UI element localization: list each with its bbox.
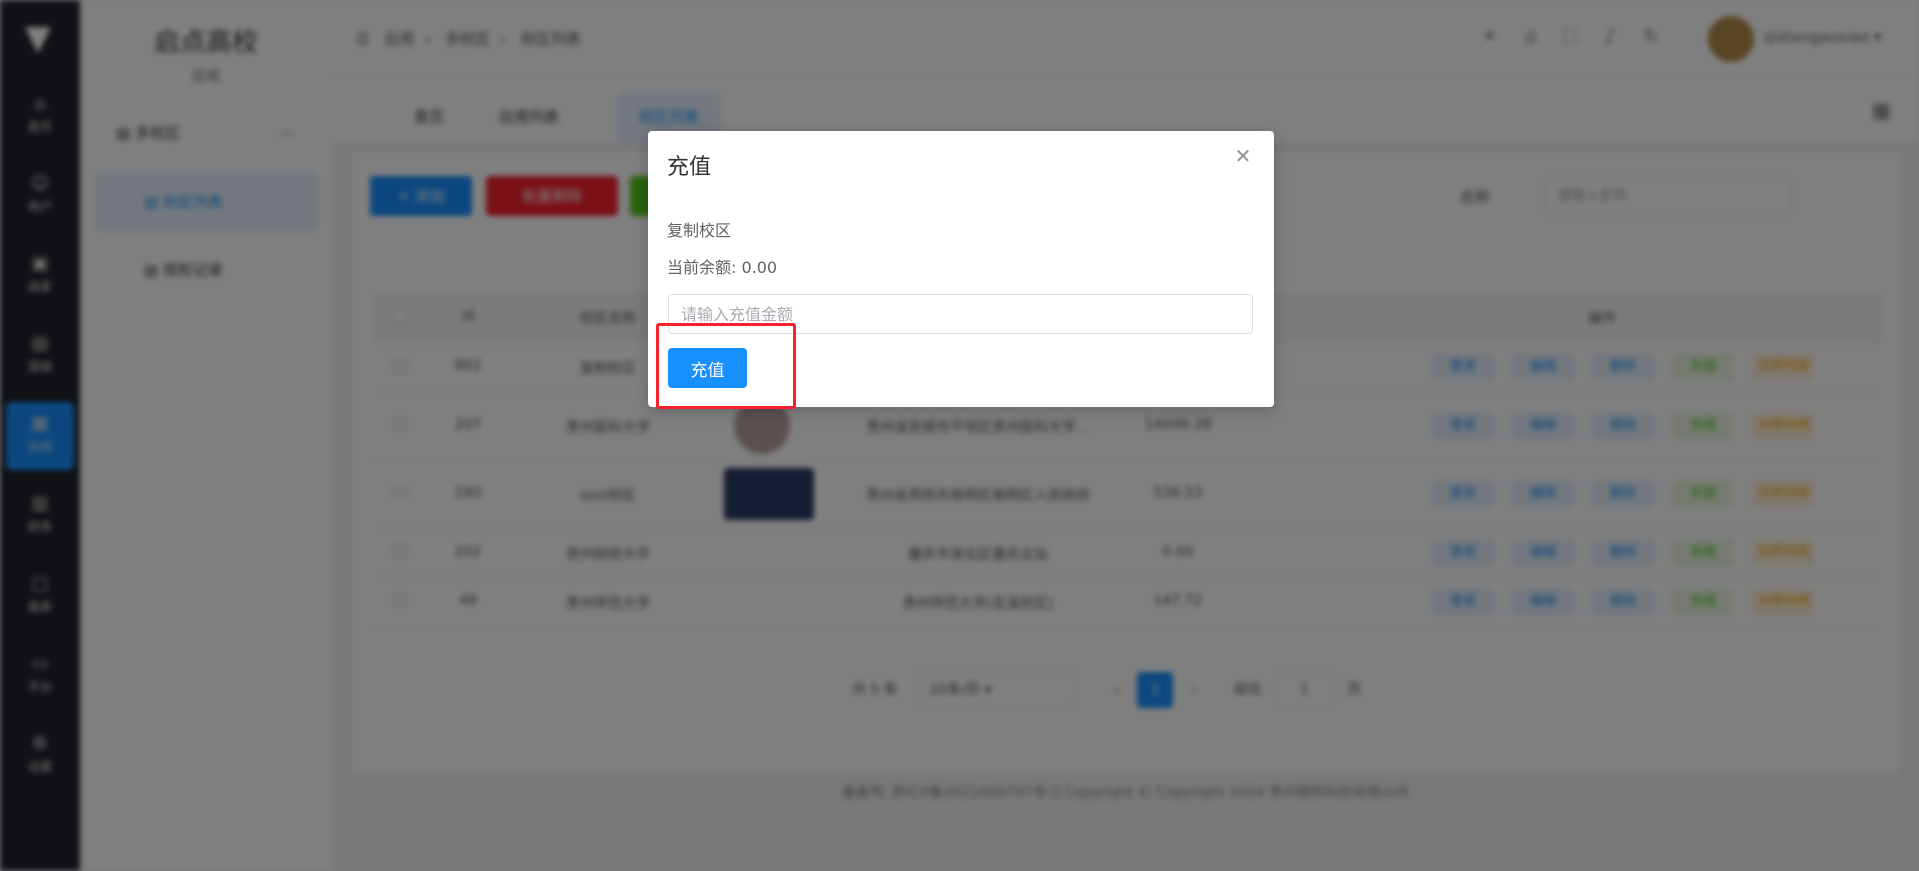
dialog-school-name: 复制校区 <box>667 221 732 240</box>
highlight-box <box>656 323 796 409</box>
close-icon[interactable]: ✕ <box>1232 145 1254 167</box>
dialog-title: 充值 <box>667 155 712 180</box>
dialog-balance: 当前余额: 0.00 <box>667 258 778 277</box>
